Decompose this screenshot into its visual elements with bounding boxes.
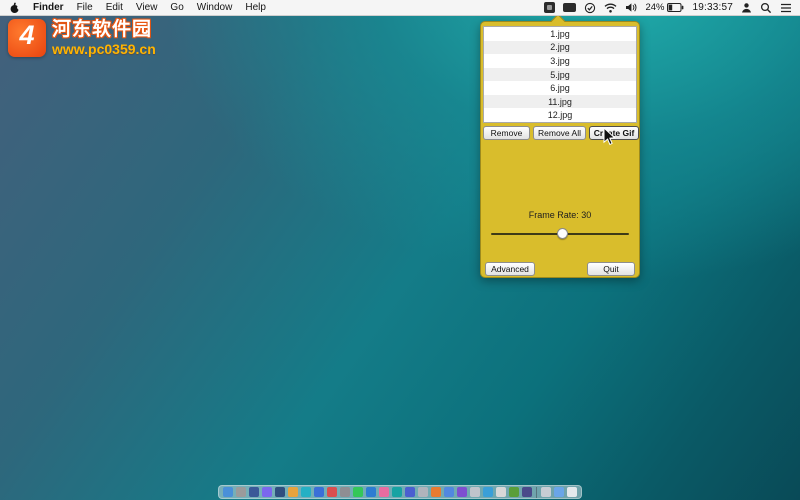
dock-icon[interactable] (457, 487, 467, 497)
frame-file-list[interactable]: 1.jpg 2.jpg 3.jpg 5.jpg 6.jpg 11.jpg 12.… (483, 26, 637, 123)
slider-thumb[interactable] (557, 228, 568, 239)
dock-icon[interactable] (496, 487, 506, 497)
menu-bar: Finder File Edit View Go Window Help 24%… (0, 0, 800, 16)
menu-help[interactable]: Help (245, 2, 266, 13)
gif-creator-panel: 1.jpg 2.jpg 3.jpg 5.jpg 6.jpg 11.jpg 12.… (480, 13, 640, 278)
dock-icon[interactable] (301, 487, 311, 497)
list-item[interactable]: 11.jpg (484, 94, 636, 109)
dock-icon[interactable] (353, 487, 363, 497)
menu-edit[interactable]: Edit (106, 2, 123, 13)
battery-status[interactable]: 24% (645, 2, 684, 13)
list-item[interactable]: 1.jpg (484, 27, 636, 41)
dock-icon[interactable] (275, 487, 285, 497)
dock-icon[interactable] (366, 487, 376, 497)
input-device-icon[interactable] (563, 3, 577, 12)
dock-icon[interactable] (554, 487, 564, 497)
watermark-site-name: 河东软件园 (52, 19, 153, 40)
menu-window[interactable]: Window (197, 2, 233, 13)
dock-icon[interactable] (249, 487, 259, 497)
dock-icon[interactable] (392, 487, 402, 497)
frame-rate-slider[interactable] (491, 228, 629, 240)
list-item[interactable]: 12.jpg (484, 108, 636, 122)
menu-finder[interactable]: Finder (33, 2, 64, 13)
list-item[interactable]: 6.jpg (484, 81, 636, 95)
dock-icon[interactable] (236, 487, 246, 497)
dock-icon[interactable] (522, 487, 532, 497)
list-item[interactable]: 3.jpg (484, 54, 636, 68)
apple-menu-icon[interactable] (10, 2, 22, 13)
desktop: Finder File Edit View Go Window Help 24%… (0, 0, 800, 500)
dock (218, 485, 582, 499)
dock-icon[interactable] (379, 487, 389, 497)
quit-button[interactable]: Quit (587, 262, 635, 276)
dock-icon[interactable] (444, 487, 454, 497)
menu-go[interactable]: Go (170, 2, 183, 13)
list-item[interactable]: 2.jpg (484, 40, 636, 55)
list-item[interactable]: 5.jpg (484, 67, 636, 82)
watermark-logo-icon (8, 19, 46, 57)
battery-percent: 24% (645, 2, 665, 13)
dock-icon[interactable] (262, 487, 272, 497)
search-icon[interactable] (760, 2, 772, 14)
dock-icon[interactable] (405, 487, 415, 497)
sync-check-icon[interactable] (584, 2, 596, 14)
dock-icon[interactable] (314, 487, 324, 497)
dock-icon[interactable] (483, 487, 493, 497)
dock-icon[interactable] (418, 487, 428, 497)
menu-view[interactable]: View (136, 2, 158, 13)
watermark-site-url: www.pc0359.cn (52, 41, 156, 57)
watermark: 河东软件园 www.pc0359.cn (8, 19, 156, 58)
dock-icon[interactable] (223, 487, 233, 497)
advanced-button[interactable]: Advanced (485, 262, 535, 276)
dock-divider (536, 486, 537, 498)
trash-icon[interactable] (567, 487, 577, 497)
create-gif-button[interactable]: Create Gif (589, 126, 639, 140)
dock-icon[interactable] (327, 487, 337, 497)
dock-icon[interactable] (541, 487, 551, 497)
volume-icon[interactable] (625, 2, 637, 13)
menu-bar-status: 24% 19:33:57 (544, 2, 792, 14)
dock-icon[interactable] (431, 487, 441, 497)
notification-list-icon[interactable] (780, 3, 792, 13)
remove-button[interactable]: Remove (483, 126, 530, 140)
battery-icon (667, 3, 684, 12)
menu-file[interactable]: File (77, 2, 93, 13)
dock-icon[interactable] (340, 487, 350, 497)
gif-app-icon[interactable] (544, 2, 556, 13)
dock-icon[interactable] (470, 487, 480, 497)
dock-icon[interactable] (509, 487, 519, 497)
frame-rate-label: Frame Rate: 30 (528, 210, 592, 220)
user-icon[interactable] (741, 2, 752, 13)
menu-bar-clock[interactable]: 19:33:57 (692, 2, 733, 13)
remove-all-button[interactable]: Remove All (533, 126, 586, 140)
wifi-icon[interactable] (604, 3, 617, 13)
dock-icon[interactable] (288, 487, 298, 497)
